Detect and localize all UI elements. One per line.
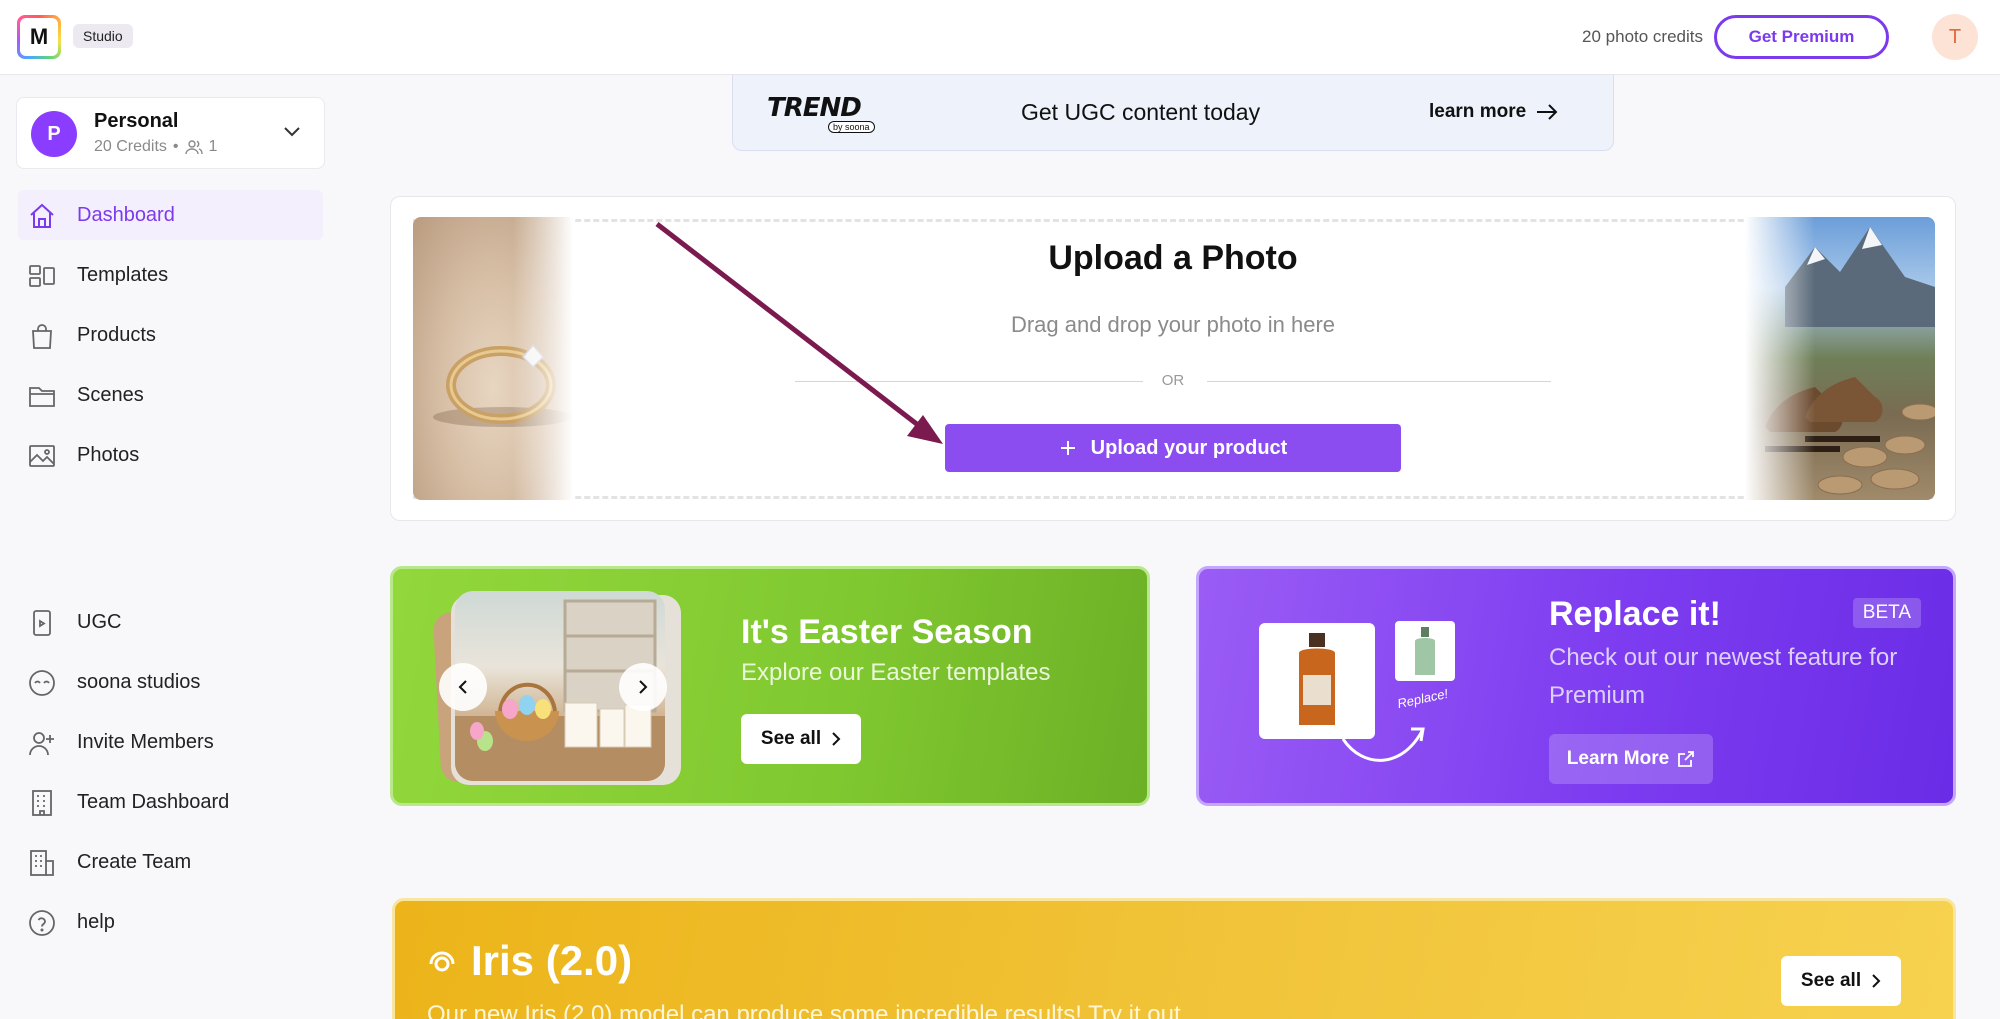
learn-more-button[interactable]: Learn More [1549,734,1713,784]
account-avatar: P [31,111,77,157]
iris-icon [429,951,455,972]
account-details: 20 Credits • 1 [94,138,217,156]
iris-promo-card: Iris (2.0) Our new Iris (2.0) model can … [392,898,1956,1019]
sidebar-item-label: soona studios [77,670,201,693]
top-bar: M Studio 20 photo credits Get Premium T [0,0,2000,75]
trend-banner[interactable]: TREND by soona Get UGC content today lea… [732,75,1614,151]
sidebar-item-label: Invite Members [77,730,214,753]
learn-more-label: Learn More [1566,748,1670,769]
sidebar-item-help[interactable]: help [18,897,323,947]
product-after-image [1395,621,1455,681]
learn-more-link[interactable]: learn more [1429,101,1558,123]
studio-tag: Studio [73,24,133,48]
shopping-bag-icon [32,324,52,349]
sidebar-item-label: Team Dashboard [77,790,230,813]
help-icon [29,910,55,936]
sidebar-item-soona-studios[interactable]: soona studios [18,657,323,707]
upload-product-button[interactable]: Upload your product [945,424,1401,472]
curved-arrow-icon [1341,727,1425,762]
sidebar-item-label: Create Team [77,850,192,873]
account-credits: 20 Credits [94,138,167,155]
photo-credits: 20 photo credits [1582,27,1703,46]
account-members: 1 [208,138,218,155]
green-bottle-illustration [1415,627,1435,675]
external-link-icon [1678,751,1695,767]
image-icon [29,445,55,467]
iris-title: Iris (2.0) [471,937,633,984]
upload-title: Upload a Photo [1048,239,1298,277]
see-all-label: See all [1800,970,1862,991]
trend-logo-by: by soona [828,121,875,133]
replace-title: Replace it! [1549,595,1721,633]
templates-icon [29,265,55,287]
sidebar-item-label: Scenes [77,383,144,406]
trend-logo: TREND [767,93,862,123]
sidebar-item-dashboard[interactable]: Dashboard [18,190,323,240]
chevron-right-icon [832,732,841,746]
user-plus-icon [29,732,54,756]
chevron-right-icon [1872,974,1881,988]
easter-subtitle: Explore our Easter templates [741,659,1051,686]
sidebar-item-invite-members[interactable]: Invite Members [18,717,323,767]
folder-icon [29,387,55,407]
sidebar-item-templates[interactable]: Templates [18,250,323,300]
building-icon [32,790,52,816]
sidebar-item-products[interactable]: Products [18,310,323,360]
account-switcher[interactable]: P Personal 20 Credits • 1 [16,97,325,169]
sidebar-item-create-team[interactable]: Create Team [18,837,323,887]
app-logo[interactable]: M [17,15,61,59]
sidebar-item-label: UGC [77,610,122,633]
sidebar: P Personal 20 Credits • 1 Dashboard Temp… [0,75,340,1019]
easter-title: It's Easter Season [741,613,1033,651]
learn-more-label: learn more [1429,101,1527,122]
get-premium-button[interactable]: Get Premium [1714,15,1889,59]
sidebar-item-label: Dashboard [77,203,175,226]
soona-icon [29,670,55,696]
trend-text: Get UGC content today [1021,99,1261,125]
sidebar-item-label: Photos [77,443,140,466]
building-add-icon [30,850,54,876]
sidebar-item-label: Products [77,323,156,346]
user-avatar[interactable]: T [1932,14,1978,60]
sidebar-item-label: Templates [77,263,169,286]
sidebar-item-team-dashboard[interactable]: Team Dashboard [18,777,323,827]
sidebar-item-label: help [77,910,115,933]
upload-product-label: Upload your product [1090,436,1288,459]
sidebar-item-photos[interactable]: Photos [18,430,323,480]
replace-tag: Replace! [1396,685,1450,712]
logo-letter: M [20,18,58,56]
arrow-right-icon [1537,104,1558,120]
replace-subtitle: Check out our newest feature for Premium [1549,644,1898,709]
easter-promo-card: It's Easter Season Explore our Easter te… [390,566,1150,806]
account-name: Personal [94,110,179,132]
sidebar-item-scenes[interactable]: Scenes [18,370,323,420]
or-divider-text: OR [1161,372,1185,389]
upload-dropzone[interactable]: Upload a Photo Drag and drop your photo … [390,196,1956,521]
iris-see-all-button[interactable]: See all [1781,956,1901,1006]
beta-badge: BETA [1852,598,1921,628]
chevron-down-icon [284,127,300,137]
phone-icon [33,610,51,636]
easter-see-all-button[interactable]: See all [741,714,861,764]
chevron-right-icon [639,680,648,694]
replace-promo-card: Replace! Replace it! BETA Check out our … [1196,566,1956,806]
carousel-next-button[interactable] [619,663,667,711]
members-icon [184,140,203,155]
separator-dot: • [172,138,179,155]
carousel-prev-button[interactable] [439,663,487,711]
sidebar-item-ugc[interactable]: UGC [18,597,323,647]
chevron-left-icon [458,680,467,694]
see-all-label: See all [760,728,822,749]
plus-icon [1060,441,1075,455]
upload-subtitle: Drag and drop your photo in here [1010,312,1336,337]
home-icon [30,203,54,228]
iris-subtitle: Our new Iris (2.0) model can produce som… [427,1001,1181,1019]
